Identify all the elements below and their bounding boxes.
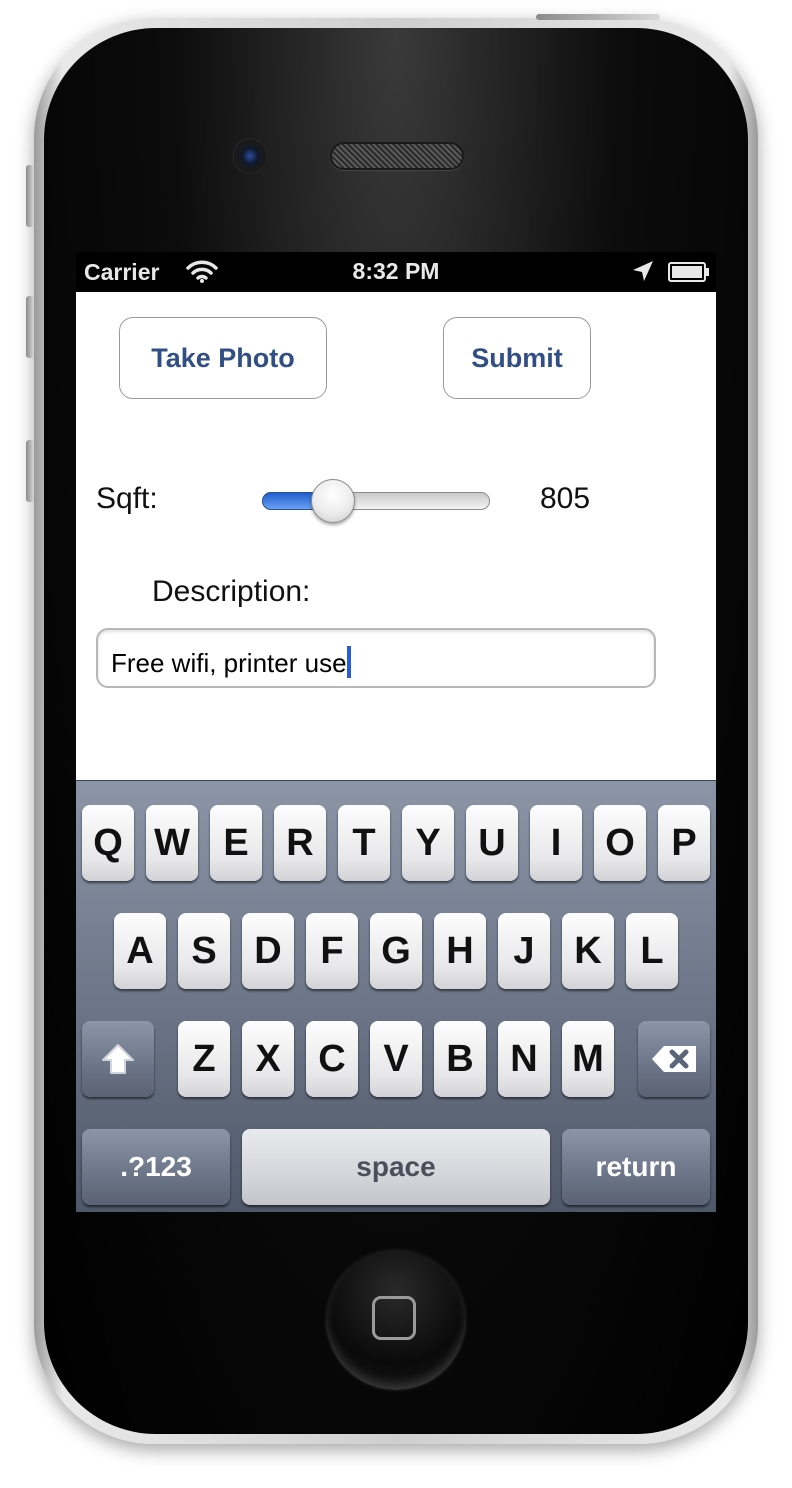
description-field[interactable]: Free wifi, printer use	[96, 628, 656, 688]
key-g[interactable]: G	[370, 913, 422, 989]
volume-up-button	[26, 296, 34, 358]
key-r[interactable]: R	[274, 805, 326, 881]
key-a[interactable]: A	[114, 913, 166, 989]
key-i[interactable]: I	[530, 805, 582, 881]
volume-down-button	[26, 440, 34, 502]
key-p[interactable]: P	[658, 805, 710, 881]
key-q[interactable]: Q	[82, 805, 134, 881]
return-key[interactable]: return	[562, 1129, 710, 1205]
key-s[interactable]: S	[178, 913, 230, 989]
slider-thumb[interactable]	[310, 479, 355, 523]
key-u[interactable]: U	[466, 805, 518, 881]
description-text: Free wifi, printer use	[111, 648, 347, 678]
key-d[interactable]: D	[242, 913, 294, 989]
form-view: Take Photo Submit Sqft: 805 Description:…	[76, 292, 716, 780]
key-o[interactable]: O	[594, 805, 646, 881]
screen: Carrier 8:32 PM Take Photo Submit Sqft: …	[76, 252, 716, 1212]
take-photo-button[interactable]: Take Photo	[119, 317, 327, 399]
delete-key[interactable]	[638, 1021, 710, 1097]
description-label: Description:	[152, 575, 311, 608]
shift-key[interactable]	[82, 1021, 154, 1097]
delete-backspace-icon	[652, 1046, 696, 1072]
sqft-label: Sqft:	[96, 482, 158, 515]
key-t[interactable]: T	[338, 805, 390, 881]
submit-button[interactable]: Submit	[443, 317, 591, 399]
key-y[interactable]: Y	[402, 805, 454, 881]
space-key[interactable]: space	[242, 1129, 550, 1205]
shift-arrow-icon	[102, 1044, 134, 1074]
key-c[interactable]: C	[306, 1021, 358, 1097]
mute-switch	[26, 165, 34, 227]
key-f[interactable]: F	[306, 913, 358, 989]
home-button[interactable]	[326, 1250, 466, 1390]
battery-icon	[668, 262, 709, 282]
front-camera	[234, 140, 266, 172]
keyboard: .?123 space return QWERTYUIOP ASDFGHJKL ZX…	[76, 780, 716, 1212]
sleep-button	[536, 14, 660, 20]
location-arrow-icon	[633, 261, 653, 281]
key-m[interactable]: M	[562, 1021, 614, 1097]
key-n[interactable]: N	[498, 1021, 550, 1097]
key-w[interactable]: W	[146, 805, 198, 881]
key-z[interactable]: Z	[178, 1021, 230, 1097]
sqft-slider[interactable]	[262, 479, 490, 523]
status-time: 8:32 PM	[352, 258, 440, 284]
key-b[interactable]: B	[434, 1021, 486, 1097]
key-j[interactable]: J	[498, 913, 550, 989]
status-bar: Carrier 8:32 PM	[76, 252, 716, 292]
key-l[interactable]: L	[626, 913, 678, 989]
key-k[interactable]: K	[562, 913, 614, 989]
key-v[interactable]: V	[370, 1021, 422, 1097]
text-cursor	[346, 646, 351, 678]
sqft-value: 805	[540, 482, 591, 515]
earpiece-speaker	[330, 142, 464, 170]
key-x[interactable]: X	[242, 1021, 294, 1097]
home-square-icon	[372, 1296, 416, 1340]
key-h[interactable]: H	[434, 913, 486, 989]
key-e[interactable]: E	[210, 805, 262, 881]
numbers-key[interactable]: .?123	[82, 1129, 230, 1205]
